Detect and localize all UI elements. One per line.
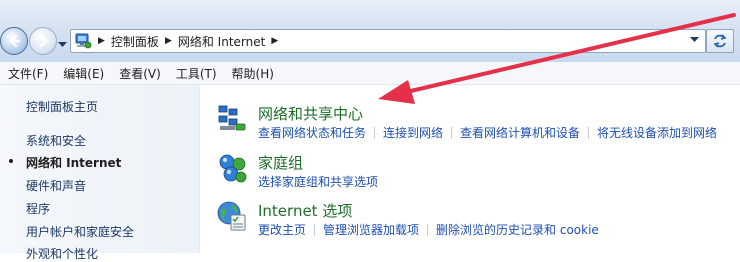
internet-options-link[interactable]: Internet 选项 xyxy=(258,200,352,221)
sidebar-item-programs[interactable]: 程序 xyxy=(26,200,50,217)
address-bar-region: ▶ 控制面板 ▶ 网络和 Internet ▶ xyxy=(0,0,740,63)
link-divider xyxy=(374,126,376,139)
menu-edit[interactable]: 编辑(E) xyxy=(55,65,111,82)
link-divider xyxy=(427,223,429,236)
network-sharing-center-link[interactable]: 网络和共享中心 xyxy=(258,103,363,124)
recent-pages-dropdown[interactable] xyxy=(58,37,67,51)
network-center-icon xyxy=(218,105,246,131)
forward-arrow-icon xyxy=(39,34,48,48)
menu-help[interactable]: 帮助(H) xyxy=(224,65,281,82)
sidebar-item-system-security[interactable]: 系统和安全 xyxy=(26,132,86,149)
refresh-button[interactable] xyxy=(706,29,734,53)
menu-view[interactable]: 查看(V) xyxy=(111,65,168,82)
back-arrow-icon xyxy=(9,34,21,48)
breadcrumb-network-internet[interactable]: 网络和 Internet xyxy=(178,33,265,50)
breadcrumb-control-panel[interactable]: 控制面板 xyxy=(111,33,159,50)
sidebar-item-user-accounts[interactable]: 用户帐户和家庭安全 xyxy=(26,223,134,240)
link-divider xyxy=(588,126,590,139)
homegroup-tasks: 选择家庭组和共享选项 xyxy=(258,173,378,190)
manage-addons-link[interactable]: 管理浏览器加载项 xyxy=(323,221,419,238)
homegroup-icon xyxy=(219,154,247,183)
control-panel-icon xyxy=(75,33,92,49)
delete-browsing-history-link[interactable]: 删除浏览的历史记录和 cookie xyxy=(436,221,599,238)
internet-options-tasks: 更改主页 管理浏览器加载项 删除浏览的历史记录和 cookie xyxy=(258,221,599,238)
chevron-down-icon xyxy=(58,42,67,47)
internet-options-icon xyxy=(217,201,246,231)
choose-homegroup-options-link[interactable]: 选择家庭组和共享选项 xyxy=(258,173,378,190)
address-dropdown-icon[interactable] xyxy=(690,37,699,43)
view-network-computers-link[interactable]: 查看网络计算机和设备 xyxy=(460,124,580,141)
network-sharing-center-tasks: 查看网络状态和任务 连接到网络 查看网络计算机和设备 将无线设备添加到网络 xyxy=(258,124,717,141)
menu-bar: 文件(F) 编辑(E) 查看(V) 工具(T) 帮助(H) xyxy=(0,62,740,85)
breadcrumb-separator-icon[interactable]: ▶ xyxy=(165,36,172,46)
breadcrumb-separator-icon[interactable]: ▶ xyxy=(271,36,278,46)
homegroup-link[interactable]: 家庭组 xyxy=(258,152,303,173)
refresh-icon xyxy=(713,34,727,48)
link-divider xyxy=(451,126,453,139)
back-button[interactable] xyxy=(0,27,28,55)
breadcrumb-separator-icon[interactable]: ▶ xyxy=(98,36,105,46)
connect-to-network-link[interactable]: 连接到网络 xyxy=(383,124,443,141)
address-box[interactable]: ▶ 控制面板 ▶ 网络和 Internet ▶ xyxy=(70,29,706,53)
link-divider xyxy=(314,223,316,236)
active-item-bullet-icon xyxy=(9,159,13,163)
forward-button[interactable] xyxy=(29,27,57,55)
sidebar-item-network-internet[interactable]: 网络和 Internet xyxy=(26,154,121,171)
menu-tools[interactable]: 工具(T) xyxy=(168,65,224,82)
sidebar-item-hardware-sound[interactable]: 硬件和声音 xyxy=(26,177,86,194)
sidebar-item-appearance[interactable]: 外观和个性化 xyxy=(26,245,98,262)
add-wireless-device-link[interactable]: 将无线设备添加到网络 xyxy=(597,124,717,141)
change-homepage-link[interactable]: 更改主页 xyxy=(258,221,306,238)
sidebar-item-control-panel-home[interactable]: 控制面板主页 xyxy=(26,98,98,115)
menu-file[interactable]: 文件(F) xyxy=(0,65,55,82)
view-network-status-link[interactable]: 查看网络状态和任务 xyxy=(258,124,366,141)
